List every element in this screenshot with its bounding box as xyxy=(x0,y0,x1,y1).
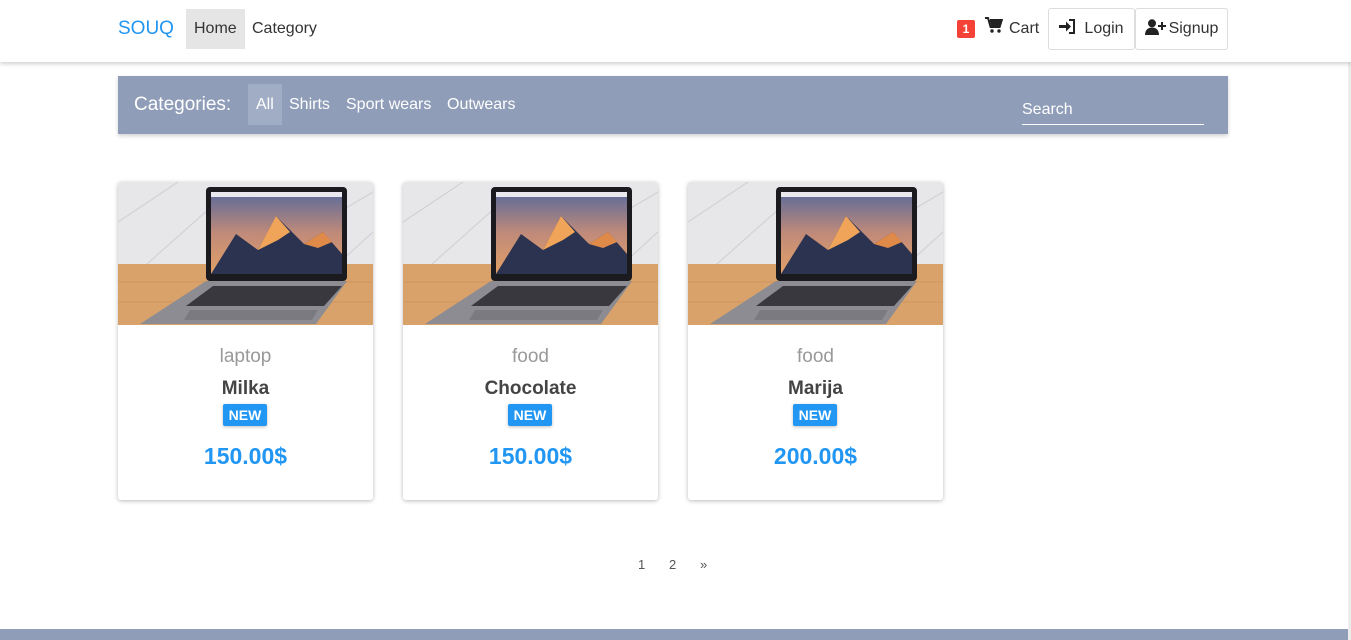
cart-link[interactable]: Cart xyxy=(985,9,1039,49)
cart-count-badge: 1 xyxy=(957,20,975,38)
category-outwears[interactable]: Outwears xyxy=(439,84,523,125)
product-name[interactable]: Milka xyxy=(118,378,373,400)
footer-bar xyxy=(0,629,1348,640)
category-sport-wears[interactable]: Sport wears xyxy=(338,84,439,125)
product-card[interactable]: food Marija NEW 200.00$ xyxy=(688,182,943,500)
nav-home[interactable]: Home xyxy=(186,9,245,49)
top-navbar: SOUQ Home Category 1 Cart Login Signup xyxy=(0,0,1351,62)
signup-button[interactable]: Signup xyxy=(1135,8,1228,50)
product-name[interactable]: Chocolate xyxy=(403,378,658,400)
categories-title: Categories: xyxy=(134,94,232,115)
login-button[interactable]: Login xyxy=(1048,8,1135,50)
page-1-link[interactable]: 1 xyxy=(638,557,645,572)
product-price: 150.00$ xyxy=(488,443,573,469)
user-plus-icon xyxy=(1144,18,1166,40)
product-image[interactable] xyxy=(118,182,373,325)
product-category: food xyxy=(512,346,549,367)
product-card[interactable]: laptop Milka NEW 150.00$ xyxy=(118,182,373,500)
cart-label: Cart xyxy=(1009,20,1040,37)
product-name[interactable]: Marija xyxy=(688,378,943,400)
category-shirts[interactable]: Shirts xyxy=(281,84,338,125)
product-card[interactable]: food Chocolate NEW 150.00$ xyxy=(403,182,658,500)
product-price: 150.00$ xyxy=(203,443,288,469)
brand-logo[interactable]: SOUQ xyxy=(118,18,174,40)
new-badge: NEW xyxy=(793,404,837,426)
shopping-cart-icon xyxy=(985,9,1004,49)
product-category: laptop xyxy=(219,346,272,367)
page-2-link[interactable]: 2 xyxy=(669,557,676,572)
login-label: Login xyxy=(1084,20,1124,37)
product-category: food xyxy=(797,346,834,367)
new-badge: NEW xyxy=(223,404,267,426)
categories-bar: Categories: All Shirts Sport wears Outwe… xyxy=(118,76,1228,134)
product-price: 200.00$ xyxy=(773,443,858,469)
product-image[interactable] xyxy=(403,182,658,325)
next-page-link[interactable]: » xyxy=(700,557,707,572)
nav-category[interactable]: Category xyxy=(244,9,325,49)
category-all[interactable]: All xyxy=(248,84,282,125)
product-image[interactable] xyxy=(688,182,943,325)
new-badge: NEW xyxy=(508,404,552,426)
signup-label: Signup xyxy=(1168,20,1219,37)
search-input[interactable] xyxy=(1022,95,1204,125)
sign-in-icon xyxy=(1059,19,1076,39)
